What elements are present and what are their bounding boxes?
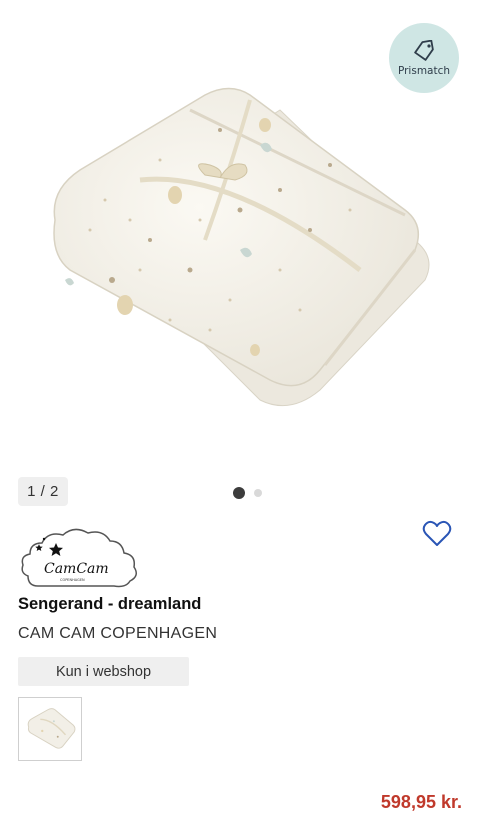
product-image[interactable] — [30, 70, 450, 410]
carousel-dots[interactable] — [233, 487, 262, 499]
image-counter: 1 / 2 — [18, 477, 68, 506]
brand-logo-subtext: COPENHAGEN — [60, 578, 85, 582]
brand-logo[interactable]: CamCam COPENHAGEN — [18, 521, 142, 593]
product-brand[interactable]: CAM CAM COPENHAGEN — [18, 625, 217, 643]
brand-logo-script: CamCam — [44, 561, 109, 577]
heart-outline-icon[interactable] — [422, 519, 452, 547]
price-tag-icon — [414, 39, 434, 61]
product-gallery[interactable]: Prismatch — [0, 0, 480, 470]
availability-badge: Kun i webshop — [18, 657, 189, 686]
prismatch-button[interactable]: Prismatch — [389, 23, 459, 93]
carousel-dot-2[interactable] — [254, 489, 262, 497]
thumbnail-image — [27, 708, 76, 749]
carousel-dot-1[interactable] — [233, 487, 245, 499]
product-thumbnail[interactable] — [18, 697, 82, 761]
product-price: 598,95 kr. — [380, 792, 462, 812]
prismatch-label: Prismatch — [397, 64, 451, 77]
product-title: Sengerand - dreamland — [18, 595, 202, 613]
